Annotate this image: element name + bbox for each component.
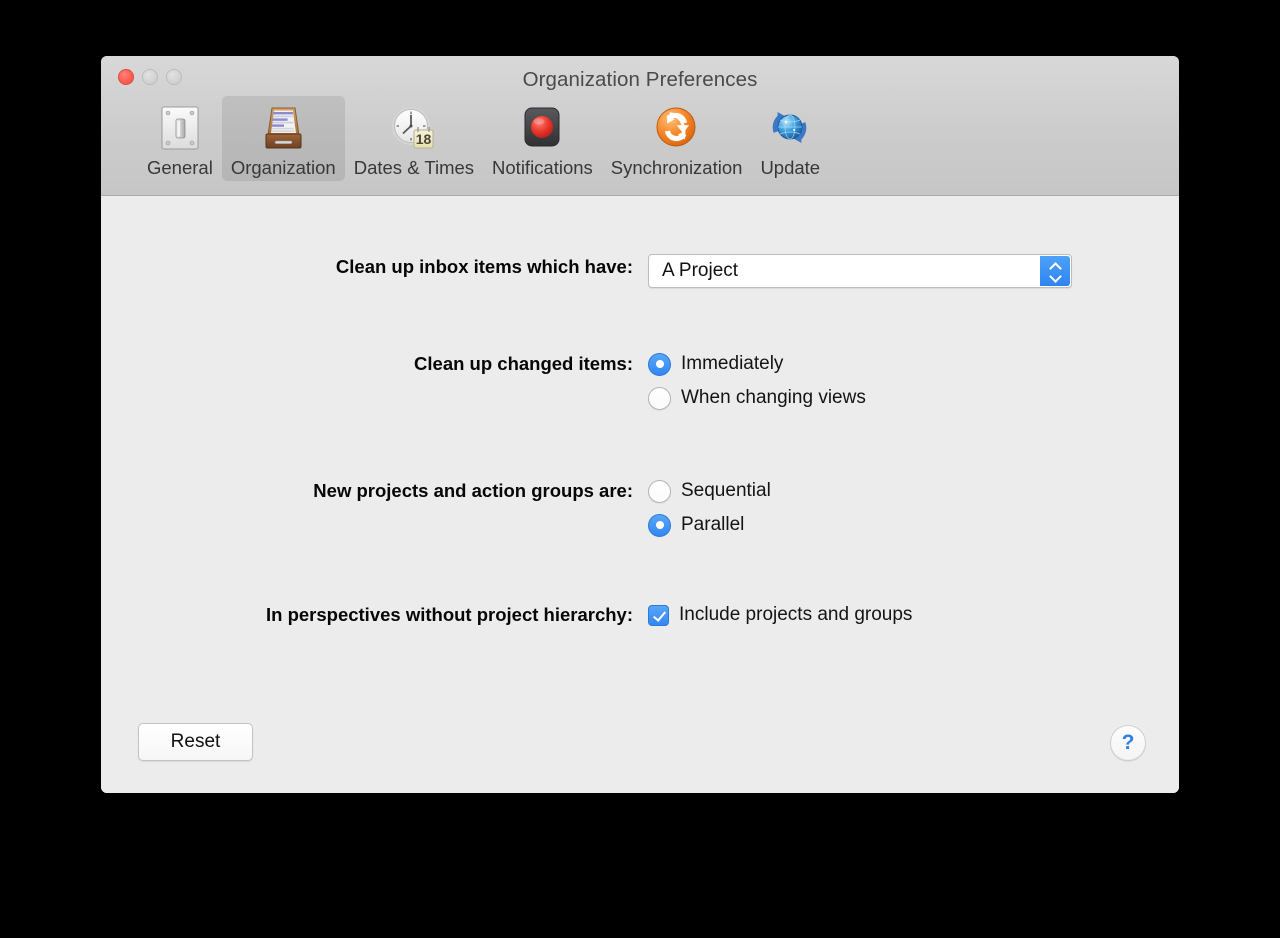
radio-label: Immediately	[681, 353, 784, 374]
toolbar-item-label: Update	[760, 157, 821, 178]
row-perspectives: In perspectives without project hierarch…	[148, 602, 912, 628]
radio-selected-icon[interactable]	[648, 352, 671, 376]
new-projects-controls: Sequential Parallel	[648, 478, 771, 538]
organization-preferences-window: Organization Preferences General Organiz…	[101, 56, 1179, 793]
light-switch-icon	[153, 102, 207, 154]
cleanup-inbox-popup-button[interactable]: A Project	[648, 254, 1072, 288]
checkbox-label: Include projects and groups	[679, 604, 913, 625]
toolbar: General Organization 18 Dates & Times No…	[138, 96, 829, 182]
radio-unselected-icon[interactable]	[648, 386, 671, 410]
sync-arrows-icon	[650, 102, 704, 154]
new-projects-label: New projects and action groups are:	[313, 480, 633, 501]
radio-cleanup-when-changing-views[interactable]: When changing views	[648, 385, 866, 411]
clock-calendar-icon: 18	[387, 102, 441, 154]
radio-new-projects-parallel[interactable]: Parallel	[648, 512, 771, 538]
radio-label: Parallel	[681, 514, 745, 535]
toolbar-item-label: Organization	[230, 157, 336, 178]
perspectives-label: In perspectives without project hierarch…	[265, 604, 633, 625]
row-cleanup-changed: Clean up changed items: Immediately When…	[148, 351, 866, 411]
checkbox-include-projects-and-groups[interactable]: Include projects and groups	[648, 602, 912, 628]
toolbar-item-label: Synchronization	[610, 157, 743, 178]
globe-refresh-icon	[763, 102, 817, 154]
radio-label: Sequential	[681, 480, 771, 501]
radio-unselected-icon[interactable]	[648, 479, 671, 503]
toolbar-item-label: Dates & Times	[353, 157, 475, 178]
toolbar-item-dates-times[interactable]: 18 Dates & Times	[345, 96, 483, 181]
preferences-content-pane: Clean up inbox items which have: A Proje…	[101, 196, 1179, 793]
cleanup-inbox-controls: A Project	[648, 254, 1072, 288]
cleanup-inbox-label: Clean up inbox items which have:	[335, 256, 633, 277]
perspectives-controls: Include projects and groups	[648, 602, 912, 628]
reset-button[interactable]: Reset	[138, 723, 253, 761]
cleanup-changed-label: Clean up changed items:	[414, 353, 633, 374]
record-dot-icon	[515, 102, 569, 154]
row-cleanup-inbox: Clean up inbox items which have: A Proje…	[148, 254, 1072, 288]
radio-new-projects-sequential[interactable]: Sequential	[648, 478, 771, 504]
toolbar-item-label: General	[147, 157, 213, 178]
window-title: Organization Preferences	[522, 68, 758, 91]
row-new-projects: New projects and action groups are: Sequ…	[148, 478, 771, 538]
checkmark-icon[interactable]	[648, 604, 669, 626]
cleanup-inbox-selected-value: A Project	[662, 260, 739, 281]
toolbar-item-organization[interactable]: Organization	[221, 96, 345, 182]
help-button[interactable]: ?	[1110, 725, 1146, 761]
window-titlebar-toolbar: Organization Preferences General Organiz…	[101, 56, 1179, 196]
toolbar-item-label: Notifications	[492, 157, 593, 178]
cleanup-changed-controls: Immediately When changing views	[648, 351, 866, 411]
file-drawer-icon	[256, 102, 310, 154]
toolbar-item-notifications[interactable]: Notifications	[483, 96, 602, 181]
chevron-updown-icon[interactable]	[1040, 256, 1070, 286]
radio-label: When changing views	[681, 387, 866, 408]
radio-cleanup-immediately[interactable]: Immediately	[648, 351, 866, 377]
toolbar-item-update[interactable]: Update	[751, 96, 829, 181]
toolbar-item-synchronization[interactable]: Synchronization	[602, 96, 752, 181]
toolbar-item-general[interactable]: General	[138, 96, 222, 181]
radio-selected-icon[interactable]	[648, 513, 671, 537]
svg-text:18: 18	[416, 131, 432, 147]
